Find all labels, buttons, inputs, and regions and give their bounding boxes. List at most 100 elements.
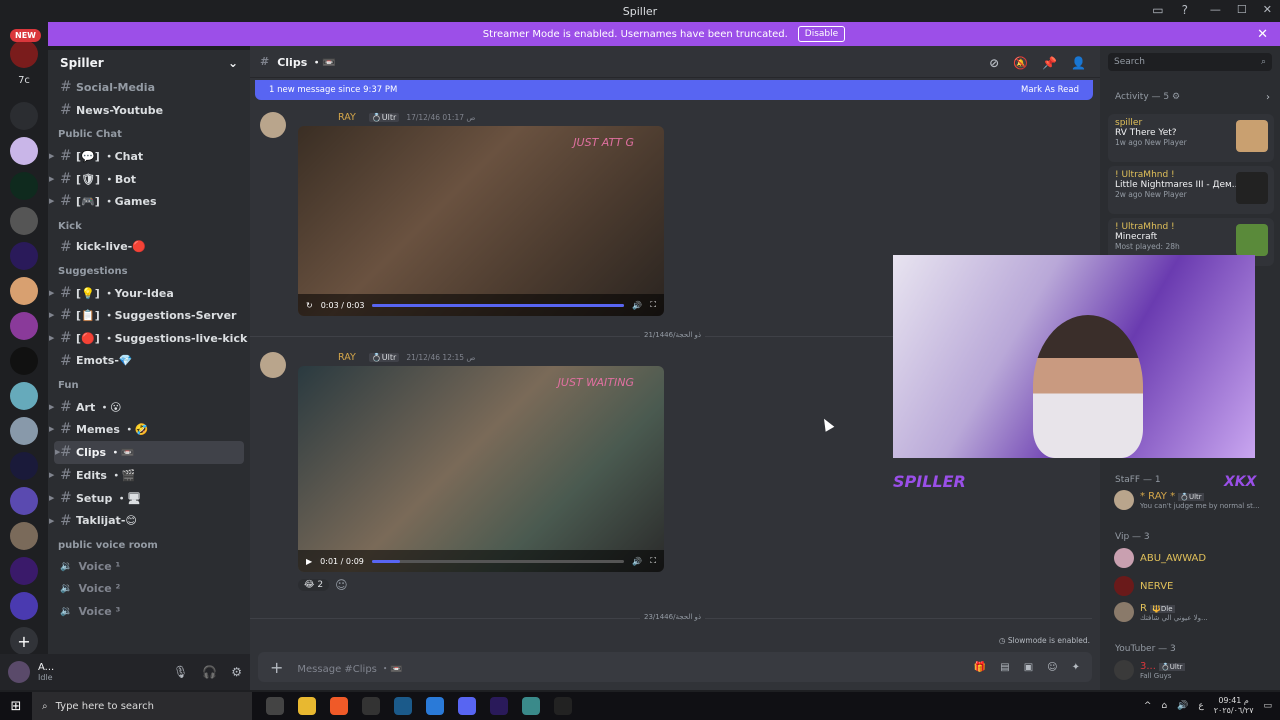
category-header[interactable]: Suggestions bbox=[48, 258, 250, 281]
language-indicator[interactable]: ع bbox=[1198, 701, 1203, 711]
network-icon[interactable]: ⌂ bbox=[1161, 701, 1167, 711]
category-header[interactable]: Fun bbox=[48, 372, 250, 395]
category-header[interactable]: public voice room bbox=[48, 532, 250, 555]
server-header[interactable]: Spiller ⌄ bbox=[48, 50, 250, 76]
avatar[interactable] bbox=[260, 352, 286, 378]
video-player[interactable]: JUST ATT G ↻ 0:03 / 0:03 🔊 ⛶ bbox=[298, 126, 664, 316]
channel-item[interactable]: ▶ # Edits ・🎬 bbox=[48, 464, 250, 487]
inbox-icon[interactable]: ▭ bbox=[1152, 3, 1163, 17]
notification-icon[interactable]: 🔕 bbox=[1013, 56, 1028, 70]
fullscreen-icon[interactable]: ⛶ bbox=[650, 300, 656, 310]
message-author[interactable]: RAY bbox=[338, 352, 356, 363]
activity-card[interactable]: ! UltraMhnd ! Little Nightmares III - Де… bbox=[1108, 166, 1274, 214]
chevron-right-icon[interactable]: › bbox=[1266, 92, 1270, 103]
server-icon[interactable] bbox=[10, 487, 38, 515]
server-icon[interactable] bbox=[10, 417, 38, 445]
brave-icon[interactable] bbox=[330, 697, 348, 715]
help-icon[interactable]: ? bbox=[1182, 3, 1188, 17]
emoji-icon[interactable]: ☺ bbox=[1047, 662, 1057, 673]
avatar[interactable] bbox=[8, 661, 30, 683]
gif-icon[interactable]: ▤ bbox=[1000, 662, 1009, 673]
threads-icon[interactable]: ⊘ bbox=[989, 56, 999, 70]
discord-icon[interactable] bbox=[458, 697, 476, 715]
channel-item[interactable]: # kick-live-🔴 bbox=[48, 236, 250, 259]
member[interactable]: * RAY * 💍Ultr You can't judge me by norm… bbox=[1114, 490, 1280, 510]
add-attachment-icon[interactable]: + bbox=[270, 658, 283, 677]
fullscreen-icon[interactable]: ⛶ bbox=[650, 556, 656, 566]
gear-icon[interactable]: ⚙ bbox=[1172, 92, 1180, 102]
clock[interactable]: 09:41 م ٢٠٢٥/٠٦/٢٧ bbox=[1214, 696, 1254, 716]
server-icon[interactable] bbox=[10, 557, 38, 585]
member[interactable]: 3... 💍Ultr Fall Guys bbox=[1114, 660, 1185, 680]
server-icon[interactable] bbox=[10, 207, 38, 235]
server-icon[interactable] bbox=[10, 40, 38, 68]
video-progress-bar[interactable] bbox=[372, 303, 625, 307]
server-icon-7c[interactable]: 7c bbox=[18, 75, 30, 95]
channel-item[interactable]: ▶ # Art ・😮 bbox=[48, 395, 250, 418]
gift-icon[interactable]: 🎁 bbox=[974, 662, 986, 673]
search-input[interactable]: Search ⌕ bbox=[1108, 53, 1272, 71]
mark-as-read-button[interactable]: Mark As Read bbox=[1021, 85, 1079, 95]
server-icon[interactable] bbox=[10, 277, 38, 305]
file-explorer-icon[interactable] bbox=[298, 697, 316, 715]
server-icon[interactable] bbox=[10, 312, 38, 340]
minimize-button[interactable]: — bbox=[1210, 3, 1221, 16]
channel-item[interactable]: ▶ # [🛡] ・Bot bbox=[48, 167, 250, 190]
task-view-icon[interactable] bbox=[266, 697, 284, 715]
category-header[interactable]: Public Chat bbox=[48, 122, 250, 145]
video-progress-bar[interactable] bbox=[371, 559, 625, 563]
message-author[interactable]: RAY bbox=[338, 112, 356, 123]
server-icon[interactable] bbox=[10, 102, 38, 130]
add-reaction-icon[interactable]: ☺ bbox=[335, 578, 348, 592]
channel-item[interactable]: # Social-Media bbox=[48, 76, 250, 99]
close-window-button[interactable]: ✕ bbox=[1263, 3, 1272, 16]
avatar[interactable] bbox=[260, 112, 286, 138]
volume-icon[interactable]: 🔊 bbox=[632, 557, 642, 566]
message-input[interactable]: Message #Clips ・📼 bbox=[297, 660, 402, 675]
channel-item[interactable]: ▶ # Setup ・🖥 bbox=[48, 486, 250, 509]
activity-card[interactable]: spiller RV There Yet? 1w ago New Player bbox=[1108, 114, 1274, 162]
chevron-up-icon[interactable]: ^ bbox=[1144, 701, 1152, 711]
obs-icon[interactable] bbox=[554, 697, 572, 715]
play-icon[interactable]: ▶ bbox=[306, 557, 312, 566]
channel-item[interactable]: # News-Youtube bbox=[48, 99, 250, 122]
members-icon[interactable]: 👤 bbox=[1071, 56, 1086, 70]
app-icon[interactable] bbox=[522, 697, 540, 715]
microphone-icon[interactable]: 🎙 bbox=[173, 665, 188, 679]
member[interactable]: R 🔱Dle ولا عيوني الي شافتك... bbox=[1114, 602, 1280, 622]
channel-item[interactable]: ▶ # Taklijat-😊 bbox=[48, 509, 250, 532]
channel-item[interactable]: # Emots-💎 bbox=[48, 350, 250, 373]
sticker-icon[interactable]: ▣ bbox=[1024, 662, 1033, 673]
windows-start-icon[interactable]: ⊞ bbox=[0, 699, 32, 714]
channel-item[interactable]: ▶ # Clips ・📼 bbox=[54, 440, 244, 464]
member[interactable]: ABU_AWWAD bbox=[1114, 548, 1206, 568]
channel-item[interactable]: ▶ # [💡] ・Your-Idea bbox=[48, 281, 250, 304]
server-icon[interactable] bbox=[10, 137, 38, 165]
category-header[interactable]: Kick bbox=[48, 213, 250, 236]
member[interactable]: NERVE bbox=[1114, 576, 1173, 596]
steam-icon[interactable] bbox=[394, 697, 412, 715]
server-icon[interactable] bbox=[10, 172, 38, 200]
reaction-button[interactable]: 😂 2 bbox=[298, 579, 330, 591]
server-icon[interactable] bbox=[10, 452, 38, 480]
volume-icon[interactable]: 🔊 bbox=[1177, 701, 1188, 711]
channel-item[interactable]: ▶ # [🔴] ・Suggestions-live-kick bbox=[48, 327, 250, 350]
notification-icon[interactable]: ▭ bbox=[1263, 701, 1272, 711]
disable-button[interactable]: Disable bbox=[797, 26, 846, 42]
server-icon[interactable] bbox=[10, 347, 38, 375]
channel-item[interactable]: ▶ # Memes ・🤣 bbox=[48, 418, 250, 441]
voice-channel[interactable]: 🔉 Voice ³ bbox=[48, 600, 250, 623]
replay-icon[interactable]: ↻ bbox=[306, 301, 313, 310]
close-icon[interactable]: ✕ bbox=[1257, 27, 1268, 42]
headphones-icon[interactable]: 🎧 bbox=[202, 665, 217, 679]
voice-channel[interactable]: 🔉 Voice ² bbox=[48, 578, 250, 601]
maximize-button[interactable]: ☐ bbox=[1237, 3, 1247, 16]
server-icon[interactable] bbox=[10, 522, 38, 550]
pin-icon[interactable]: 📌 bbox=[1042, 56, 1057, 70]
settings-gear-icon[interactable]: ⚙ bbox=[231, 665, 242, 679]
video-player[interactable]: JUST WAITING ▶ 0:01 / 0:09 🔊 ⛶ bbox=[298, 366, 664, 572]
server-icon[interactable] bbox=[10, 592, 38, 620]
app-icon[interactable] bbox=[426, 697, 444, 715]
taskbar-search[interactable]: ⌕ Type here to search bbox=[32, 692, 252, 720]
server-icon[interactable] bbox=[10, 242, 38, 270]
